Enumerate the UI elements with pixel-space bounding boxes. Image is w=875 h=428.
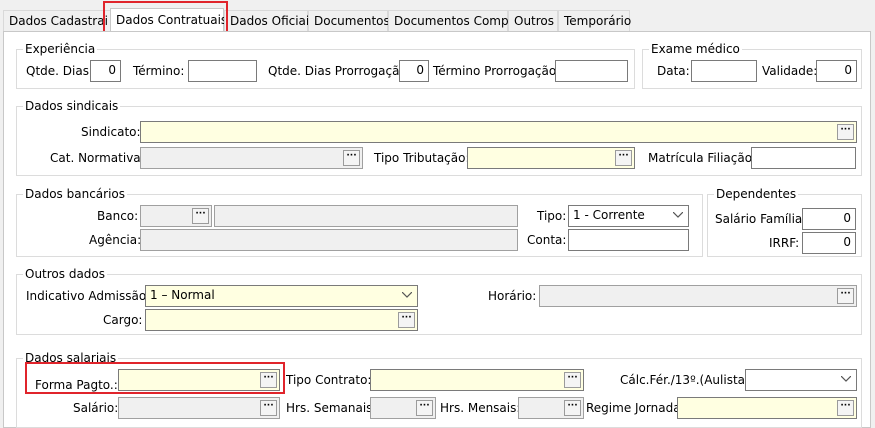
- salario-familia-field[interactable]: 0: [802, 208, 856, 230]
- group-title: Outros dados: [23, 267, 108, 281]
- salario-label: Salário:: [73, 401, 119, 415]
- group-title: Dados sindicais: [23, 99, 121, 113]
- horario-field[interactable]: ···: [539, 285, 857, 307]
- tipo-tributacao-field[interactable]: ···: [467, 147, 635, 169]
- ellipsis-button[interactable]: ···: [837, 400, 854, 416]
- tipo-label: Tipo:: [537, 209, 567, 223]
- qtde-dias-field[interactable]: 0: [90, 60, 121, 82]
- tab-outros[interactable]: Outros: [508, 10, 558, 31]
- matricula-filiacao-field[interactable]: [751, 147, 856, 169]
- group-dados-bancarios: Dados bancários Banco: ··· Tipo: 1 - Cor…: [16, 187, 703, 257]
- ellipsis-button[interactable]: ···: [398, 312, 415, 328]
- ellipsis-button[interactable]: ···: [837, 288, 854, 304]
- group-dependentes: Dependentes Salário Família: 0 IRRF: 0: [707, 187, 862, 257]
- qtde-prorrogacao-label: Qtde. Dias Prorrogação:: [268, 64, 411, 78]
- chevron-down-icon: [841, 376, 851, 382]
- group-title: Experiência: [23, 42, 98, 56]
- group-experiencia: Experiência Qtde. Dias: 0 Término: Qtde.…: [16, 42, 635, 89]
- agencia-label: Agência:: [89, 233, 142, 247]
- qtde-prorrogacao-field[interactable]: 0: [399, 60, 429, 82]
- ellipsis-button[interactable]: ···: [615, 150, 632, 166]
- group-title: Dados bancários: [23, 187, 128, 201]
- group-outros-dados: Outros dados Indicativo Admissão: 1 – No…: [16, 267, 862, 335]
- hrs-semanais-field[interactable]: ···: [370, 397, 436, 419]
- termino-label: Término:: [133, 64, 185, 78]
- conta-field[interactable]: [568, 229, 689, 251]
- group-exame-medico: Exame médico Data: Validade: 0: [642, 42, 862, 89]
- termino-field[interactable]: [188, 60, 257, 82]
- banco-nome-field: [214, 205, 518, 227]
- regime-jornada-label: Regime Jornada:: [586, 401, 685, 415]
- tab-documentos[interactable]: Documentos: [308, 10, 390, 31]
- hrs-mensais-label: Hrs. Mensais:: [440, 401, 521, 415]
- tab-documentos-compl[interactable]: Documentos Compl.: [388, 10, 516, 31]
- calc-ferias-select[interactable]: [745, 369, 857, 391]
- hrs-semanais-label: Hrs. Semanais:: [286, 401, 377, 415]
- group-title: Dependentes: [714, 187, 799, 201]
- horario-label: Horário:: [488, 289, 537, 303]
- irrf-label: IRRF:: [769, 236, 800, 250]
- data-label: Data:: [657, 64, 690, 78]
- salario-familia-label: Salário Família:: [715, 212, 807, 226]
- agencia-field[interactable]: [140, 229, 518, 251]
- tab-temporario[interactable]: Temporário: [558, 10, 631, 31]
- ellipsis-button[interactable]: ···: [564, 400, 581, 416]
- termino-prorrogacao-field[interactable]: [555, 60, 628, 82]
- salario-field[interactable]: ···: [118, 397, 280, 419]
- tab-dados-cadastrais[interactable]: Dados Cadastrai: [3, 10, 111, 31]
- ellipsis-button[interactable]: ···: [416, 400, 433, 416]
- cat-normativa-label: Cat. Normativa:: [50, 151, 145, 165]
- ellipsis-button[interactable]: ···: [564, 372, 581, 388]
- indicativo-admissao-label: Indicativo Admissão:: [26, 289, 151, 303]
- chevron-down-icon: [402, 292, 412, 298]
- qtde-dias-label: Qtde. Dias:: [26, 64, 94, 78]
- cargo-label: Cargo:: [103, 313, 143, 327]
- cat-normativa-field[interactable]: ···: [140, 147, 363, 169]
- banco-field[interactable]: ···: [140, 205, 212, 227]
- chevron-down-icon: [673, 212, 683, 218]
- tipo-contrato-label: Tipo Contrato:: [286, 373, 372, 387]
- sindicato-label: Sindicato:: [81, 125, 141, 139]
- ellipsis-button[interactable]: ···: [260, 400, 277, 416]
- data-field[interactable]: [691, 60, 757, 82]
- matricula-filiacao-label: Matrícula Filiação:: [648, 151, 757, 165]
- termino-prorrogacao-label: Término Prorrogação:: [433, 64, 561, 78]
- validade-label: Validade:: [762, 64, 818, 78]
- group-title: Exame médico: [649, 42, 742, 56]
- tipo-tributacao-label: Tipo Tributação:: [374, 151, 470, 165]
- hrs-mensais-field[interactable]: ···: [518, 397, 584, 419]
- ellipsis-button[interactable]: ···: [343, 150, 360, 166]
- regime-jornada-field[interactable]: ···: [677, 397, 857, 419]
- banco-label: Banco:: [97, 209, 139, 223]
- validade-field[interactable]: 0: [816, 60, 857, 82]
- ellipsis-button[interactable]: ···: [837, 124, 854, 140]
- cargo-field[interactable]: ···: [145, 309, 418, 331]
- ellipsis-button[interactable]: ···: [192, 208, 209, 224]
- tipo-select[interactable]: 1 - Corrente: [568, 205, 689, 227]
- tipo-contrato-field[interactable]: ···: [370, 369, 584, 391]
- sindicato-field[interactable]: ···: [140, 121, 857, 143]
- highlight-forma-pagto: [25, 362, 285, 394]
- irrf-field[interactable]: 0: [802, 232, 856, 254]
- calc-ferias-label: Cálc.Fér./13º.(Aulista):: [620, 373, 754, 387]
- conta-label: Conta:: [527, 233, 567, 247]
- indicativo-admissao-select[interactable]: 1 – Normal: [145, 285, 418, 307]
- group-dados-sindicais: Dados sindicais Sindicato: ··· Cat. Norm…: [16, 99, 862, 176]
- tab-dados-oficiais[interactable]: Dados Oficiais: [224, 10, 316, 31]
